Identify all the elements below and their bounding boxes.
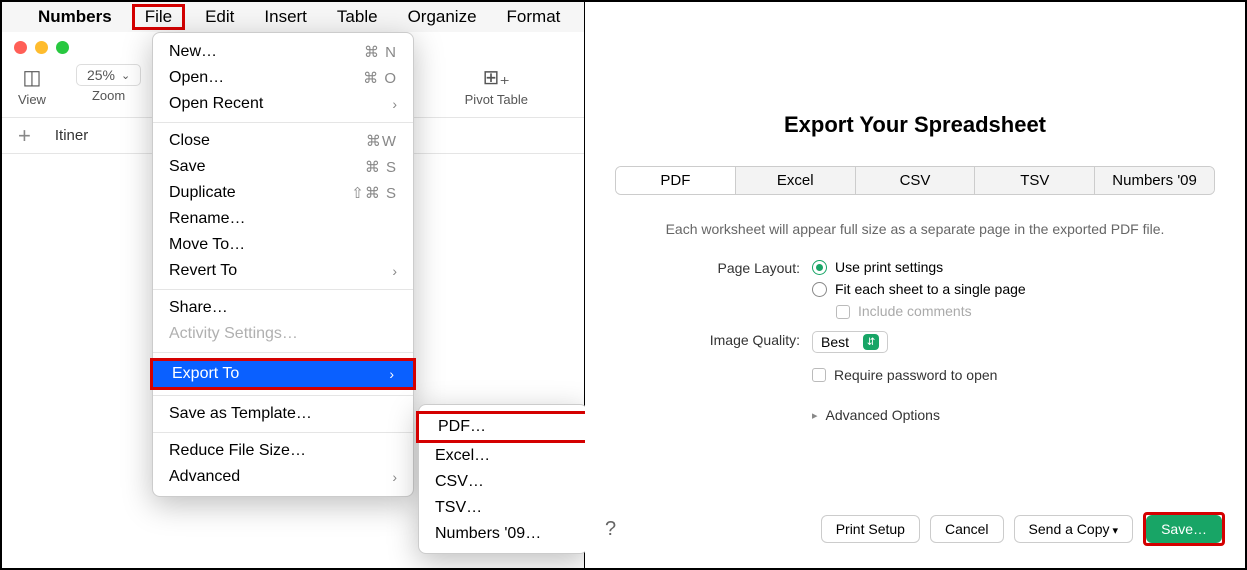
minimize-window-icon[interactable]	[35, 41, 48, 54]
export-to-submenu: PDF… Excel… CSV… TSV… Numbers '09…	[418, 404, 588, 554]
chevron-right-icon: ›	[392, 263, 397, 279]
menubar: Numbers File Edit Insert Table Organize …	[2, 2, 584, 32]
zoom-value: 25%	[87, 67, 115, 83]
menu-format[interactable]: Format	[503, 5, 565, 29]
radio-use-print-settings[interactable]: Use print settings	[812, 259, 1026, 275]
menu-item-activity-settings: Activity Settings…	[153, 321, 413, 347]
submenu-item-pdf[interactable]: PDF…	[419, 414, 587, 440]
chevron-right-icon: ›	[392, 469, 397, 485]
image-quality-value: Best	[821, 334, 849, 350]
menu-item-share[interactable]: Share…	[153, 295, 413, 321]
checkbox-include-comments: Include comments	[836, 303, 1026, 319]
print-setup-button[interactable]: Print Setup	[821, 515, 920, 543]
close-window-icon[interactable]	[14, 41, 27, 54]
menu-edit[interactable]: Edit	[201, 5, 238, 29]
app-name[interactable]: Numbers	[34, 5, 116, 29]
menu-insert[interactable]: Insert	[260, 5, 311, 29]
page-layout-label: Page Layout:	[615, 259, 800, 276]
chevron-right-icon: ›	[392, 96, 397, 112]
tab-tsv[interactable]: TSV	[975, 167, 1095, 194]
menu-item-export-to[interactable]: Export To›	[153, 361, 413, 387]
image-quality-label: Image Quality:	[615, 331, 800, 348]
menu-table[interactable]: Table	[333, 5, 382, 29]
add-sheet-button[interactable]: +	[18, 125, 31, 147]
sidebar-icon: ◫	[23, 64, 42, 90]
format-segmented-control: PDF Excel CSV TSV Numbers '09	[615, 166, 1215, 195]
radio-off-icon	[812, 282, 827, 297]
toolbar-pivot[interactable]: ⊞₊ Pivot Table	[465, 64, 528, 107]
pivot-table-icon: ⊞₊	[483, 64, 510, 90]
menu-item-revert-to[interactable]: Revert To›	[153, 258, 413, 284]
chevron-right-icon: ›	[389, 366, 394, 382]
toolbar-pivot-label: Pivot Table	[465, 92, 528, 107]
toolbar-zoom-label: Zoom	[92, 88, 125, 103]
menu-item-open[interactable]: Open…⌘ O	[153, 65, 413, 91]
checkbox-icon	[812, 368, 826, 382]
tab-csv[interactable]: CSV	[856, 167, 976, 194]
dialog-description: Each worksheet will appear full size as …	[615, 221, 1215, 237]
menu-item-advanced[interactable]: Advanced›	[153, 464, 413, 490]
menu-item-move-to[interactable]: Move To…	[153, 232, 413, 258]
checkbox-icon	[836, 305, 850, 319]
help-button[interactable]: ?	[605, 518, 616, 541]
dialog-title: Export Your Spreadsheet	[615, 112, 1215, 138]
radio-fit-single-page[interactable]: Fit each sheet to a single page	[812, 281, 1026, 297]
toolbar-zoom[interactable]: 25% ⌄ Zoom	[76, 64, 141, 103]
tab-excel[interactable]: Excel	[736, 167, 856, 194]
send-a-copy-button[interactable]: Send a Copy	[1014, 515, 1134, 543]
menu-file[interactable]: File	[141, 5, 176, 28]
save-button[interactable]: Save…	[1146, 515, 1222, 543]
submenu-item-csv[interactable]: CSV…	[419, 469, 587, 495]
submenu-item-excel[interactable]: Excel…	[419, 443, 587, 469]
toolbar-view[interactable]: ◫ View	[18, 64, 46, 107]
select-arrows-icon: ⇵	[863, 334, 879, 350]
chevron-down-icon: ⌄	[121, 69, 130, 82]
cancel-button[interactable]: Cancel	[930, 515, 1004, 543]
checkbox-require-password[interactable]: Require password to open	[812, 367, 997, 383]
tab-pdf[interactable]: PDF	[616, 167, 736, 194]
dialog-footer: ? Print Setup Cancel Send a Copy Save…	[585, 512, 1245, 546]
menu-item-save[interactable]: Save⌘ S	[153, 154, 413, 180]
file-menu-dropdown: New…⌘ N Open…⌘ O Open Recent› Close⌘W Sa…	[152, 32, 414, 497]
menu-organize[interactable]: Organize	[404, 5, 481, 29]
submenu-item-numbers09[interactable]: Numbers '09…	[419, 521, 587, 547]
radio-on-icon	[812, 260, 827, 275]
export-dialog: Export Your Spreadsheet PDF Excel CSV TS…	[585, 2, 1245, 568]
menu-item-new[interactable]: New…⌘ N	[153, 39, 413, 65]
disclosure-triangle-icon: ▸	[812, 409, 818, 422]
menu-item-close[interactable]: Close⌘W	[153, 128, 413, 154]
submenu-item-tsv[interactable]: TSV…	[419, 495, 587, 521]
advanced-options-disclosure[interactable]: ▸Advanced Options	[812, 407, 940, 423]
menu-item-open-recent[interactable]: Open Recent›	[153, 91, 413, 117]
sheet-tab[interactable]: Itiner	[55, 127, 88, 144]
image-quality-select[interactable]: Best ⇵	[812, 331, 888, 353]
menu-item-save-as-template[interactable]: Save as Template…	[153, 401, 413, 427]
tab-numbers09[interactable]: Numbers '09	[1095, 167, 1214, 194]
menu-item-reduce-file-size[interactable]: Reduce File Size…	[153, 438, 413, 464]
zoom-window-icon[interactable]	[56, 41, 69, 54]
toolbar-view-label: View	[18, 92, 46, 107]
menu-item-duplicate[interactable]: Duplicate⇧⌘ S	[153, 180, 413, 206]
numbers-app-window: Numbers File Edit Insert Table Organize …	[2, 2, 585, 568]
menu-item-rename[interactable]: Rename…	[153, 206, 413, 232]
